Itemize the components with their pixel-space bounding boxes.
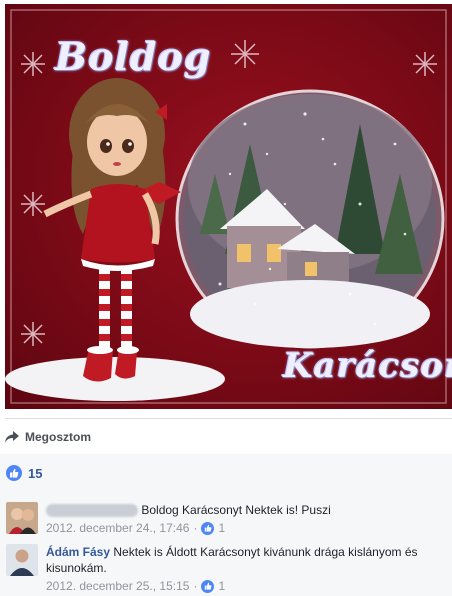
reaction-count[interactable]: 15 bbox=[28, 466, 42, 481]
comment: Boldog Karácsonyt Nektek is! Puszi 2012.… bbox=[6, 502, 446, 536]
reactions-bar[interactable]: 15 bbox=[0, 454, 452, 492]
comment-text: Boldog Karácsonyt Nektek is! Puszi bbox=[141, 503, 331, 517]
post-image[interactable]: Boldog Karácsony bbox=[5, 4, 452, 409]
card-greeting-bottom: Karácsony bbox=[283, 346, 452, 386]
comments-section: Boldog Karácsonyt Nektek is! Puszi 2012.… bbox=[0, 492, 452, 596]
share-label: Megosztom bbox=[25, 430, 91, 444]
divider bbox=[5, 418, 452, 419]
comment-like-count[interactable]: 1 bbox=[218, 520, 225, 536]
avatar[interactable] bbox=[6, 502, 38, 534]
card-greeting-top: Boldog bbox=[55, 34, 212, 79]
comment: Ádám Fásy Nektek is Áldott Karácsonyt ki… bbox=[6, 544, 446, 594]
comment-author-redacted bbox=[46, 504, 138, 518]
comment-date[interactable]: 2012. december 25., 15:15 bbox=[46, 578, 189, 594]
thumbs-up-icon bbox=[6, 465, 22, 481]
thumbs-up-icon bbox=[201, 521, 215, 535]
share-arrow-icon bbox=[5, 431, 19, 443]
comment-like-count[interactable]: 1 bbox=[218, 578, 225, 594]
comment-date[interactable]: 2012. december 24., 17:46 bbox=[46, 520, 189, 536]
avatar[interactable] bbox=[6, 544, 38, 576]
share-button[interactable]: Megosztom bbox=[5, 424, 91, 450]
thumbs-up-icon bbox=[201, 579, 215, 593]
comment-author[interactable]: Ádám Fásy bbox=[46, 545, 110, 559]
